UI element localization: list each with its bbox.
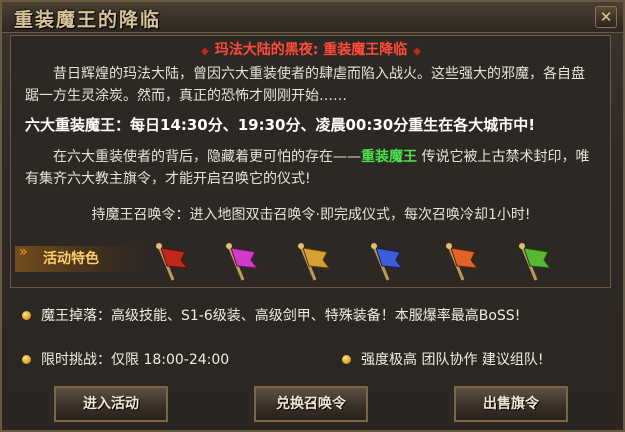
drops-info: 魔王掉落：高级技能、S1-6级装、高级剑甲、特殊装备！本服爆率最高BoSS!: [22, 306, 520, 326]
red-flag-icon[interactable]: [151, 242, 191, 282]
gold-flag-icon[interactable]: [293, 242, 333, 282]
time-text: 限时挑战：仅限 18:00-24:00: [41, 352, 230, 368]
double-arrow-icon: »: [19, 244, 28, 260]
lore-pre: 在六大重装使者的背后，隐藏着更可怕的存在——: [53, 149, 361, 165]
story-intro: 昔日辉煌的玛法大陆，曾因六大重装使者的肆虐而陷入战火。这些强大的邪魔，各自盘踞一…: [25, 66, 585, 104]
boss-name-highlight: 重装魔王: [361, 149, 417, 165]
time-info: 限时挑战：仅限 18:00-24:00: [22, 350, 229, 370]
sell-flag-button[interactable]: 出售旗令: [454, 386, 568, 422]
drops-text: 魔王掉落：高级技能、S1-6级装、高级剑甲、特殊装备！本服爆率最高BoSS!: [41, 308, 521, 324]
features-label: 活动特色: [15, 246, 145, 272]
difficulty-info: 强度极高 团队协作 建议组队!: [342, 350, 544, 370]
banner-text: 玛法大陆的黑夜: 重装魔王降临: [214, 42, 408, 58]
summon-instructions: 持魔王召唤令：进入地图双击召唤令·即完成仪式，每次召唤冷却1小时!: [91, 207, 531, 223]
bullet-icon: [22, 310, 31, 320]
bullet-icon: [22, 354, 31, 364]
blue-flag-icon[interactable]: [366, 242, 406, 282]
story-lore: 在六大重装使者的背后，隐藏着更可怕的存在——重装魔王 传说它被上古禁术封印，唯有…: [25, 146, 597, 190]
magenta-flag-icon[interactable]: [221, 242, 261, 282]
enter-event-button[interactable]: 进入活动: [54, 386, 168, 422]
orange-flag-icon[interactable]: [441, 242, 481, 282]
diamond-left-icon: ◆: [201, 46, 209, 57]
features-row: 活动特色 »: [11, 238, 610, 284]
difficulty-text: 强度极高 团队协作 建议组队!: [361, 352, 544, 368]
exchange-summon-button[interactable]: 兑换召唤令: [254, 386, 368, 422]
story-panel: ◆ 玛法大陆的黑夜: 重装魔王降临 ◆ 昔日辉煌的玛法大陆，曾因六大重装使者的肆虐而…: [10, 35, 611, 288]
window-title: 重装魔王的降临: [14, 9, 162, 31]
close-button[interactable]: ✕: [595, 6, 617, 28]
respawn-schedule: 六大重装魔王：每日14:30分、19:30分、凌晨00:30分重生在各大城市中!: [25, 116, 536, 134]
event-banner: ◆ 玛法大陆的黑夜: 重装魔王降临 ◆: [181, 39, 441, 61]
title-bar: 重装魔王的降临 ✕: [2, 2, 623, 33]
green-flag-icon[interactable]: [514, 242, 554, 282]
bullet-icon: [342, 354, 351, 364]
event-window: 重装魔王的降临 ✕ ◆ 玛法大陆的黑夜: 重装魔王降临 ◆ 昔日辉煌的玛法大陆，曾因…: [0, 0, 625, 432]
diamond-right-icon: ◆: [413, 46, 421, 57]
